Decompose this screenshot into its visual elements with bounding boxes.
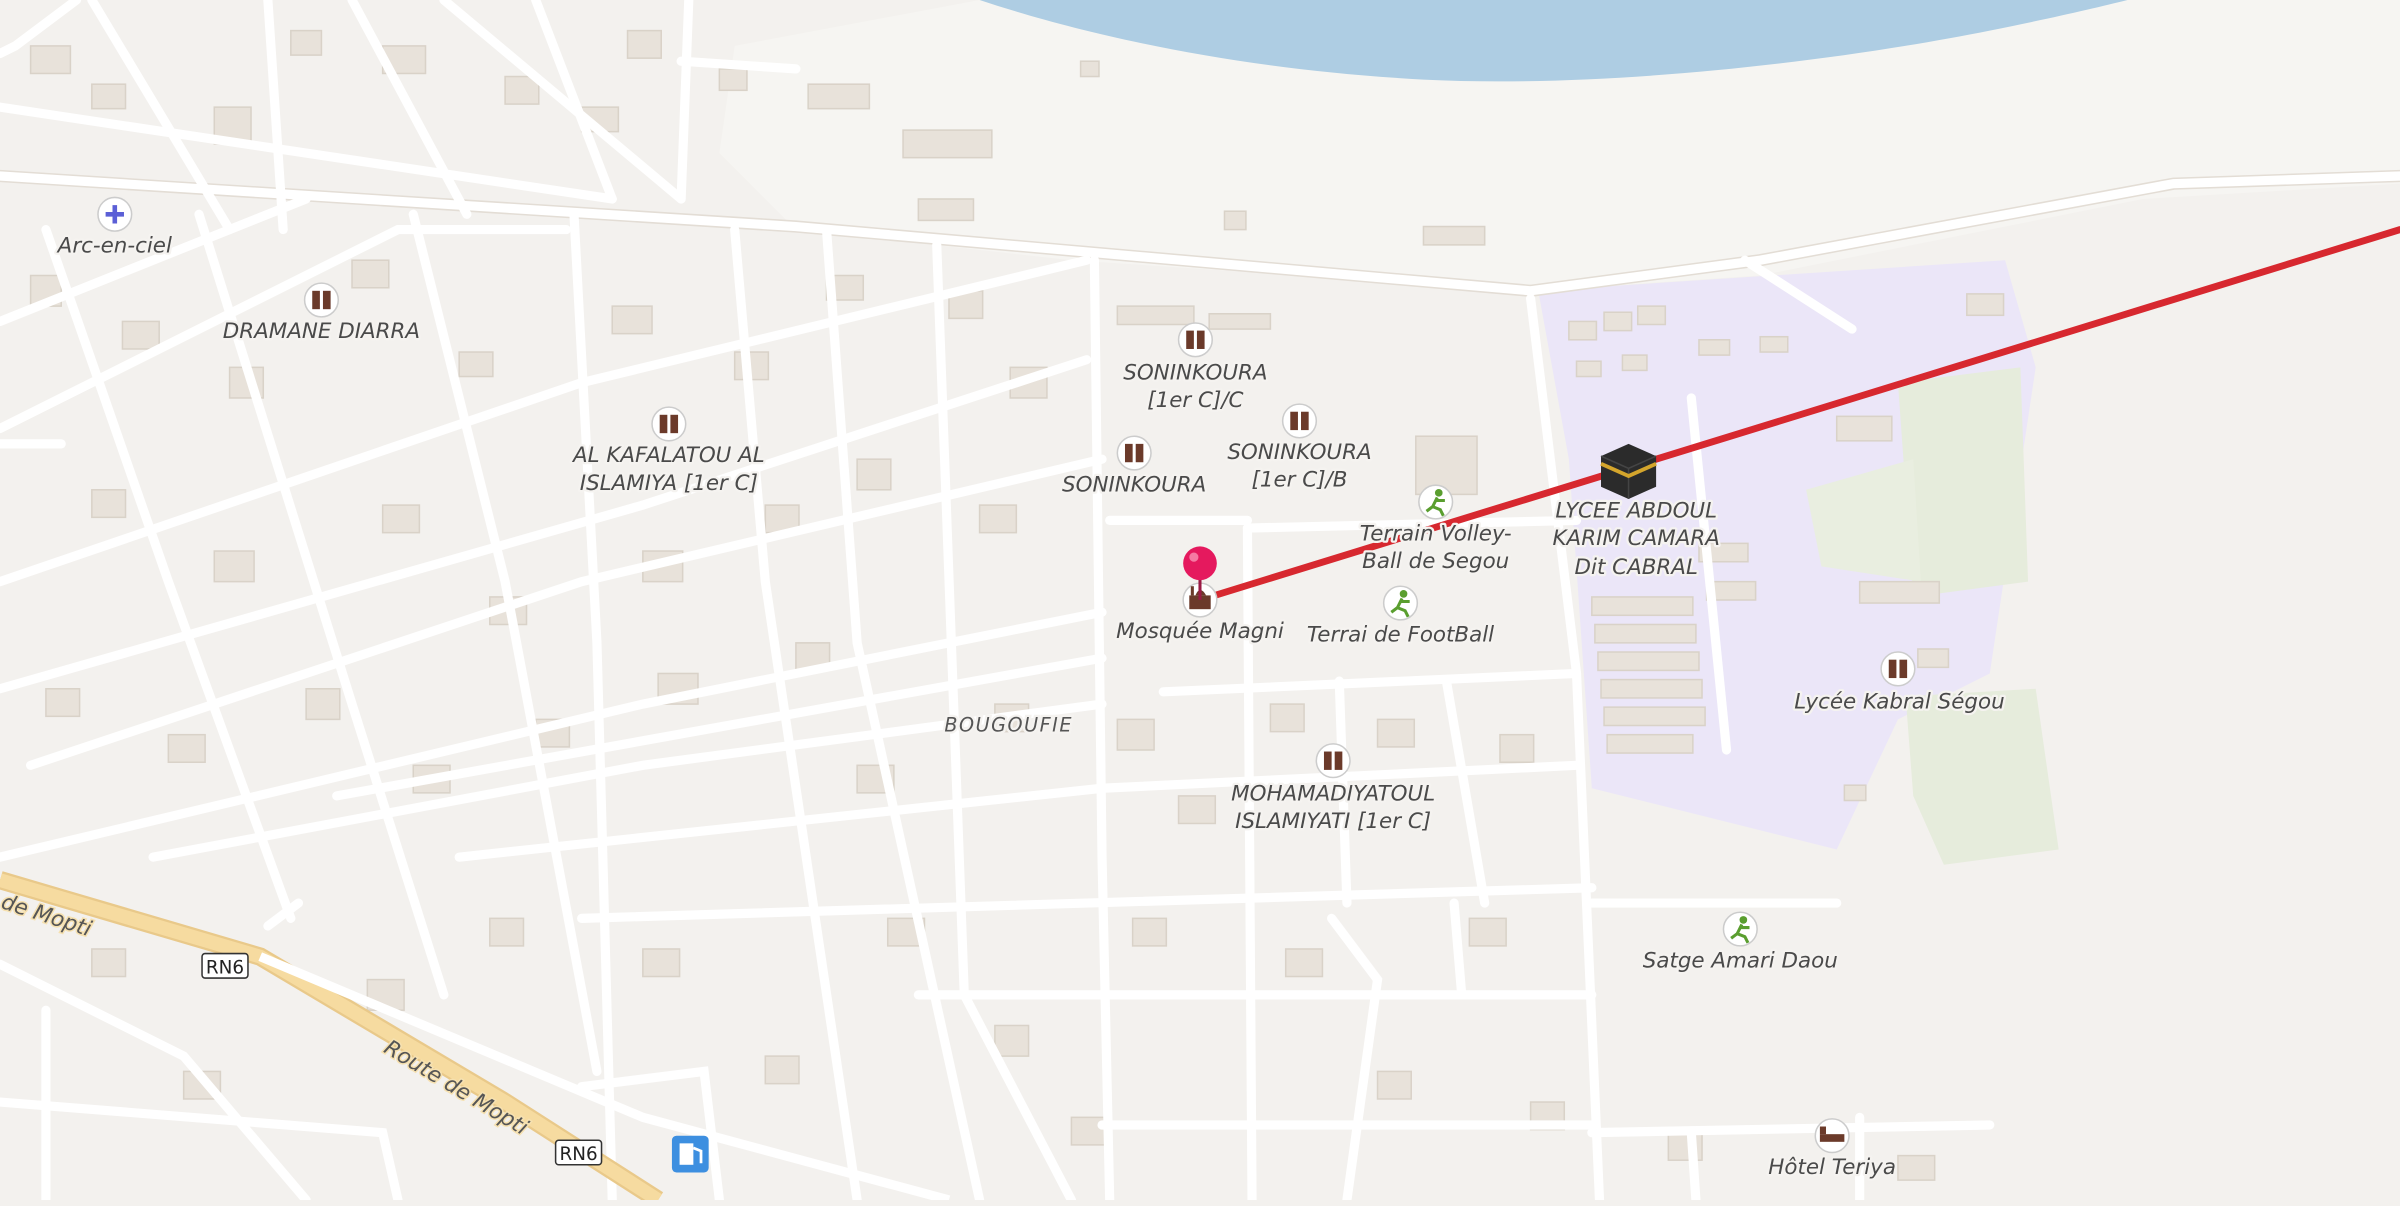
- school-icon-part: [1899, 659, 1908, 679]
- poi-label: [1er C]/B: [1252, 468, 1348, 493]
- road-shield-label: RN6: [559, 1144, 597, 1165]
- poi-label: Ball de Segou: [1362, 549, 1509, 574]
- school-icon: [1281, 403, 1318, 439]
- sports-icon-head: [1434, 489, 1443, 497]
- poi-label: Dit CABRAL: [1575, 555, 1698, 580]
- poi-label: Terrain Volley-: [1360, 521, 1512, 546]
- mosque-icon-minaret: [1190, 586, 1194, 596]
- location-pin-icon: [1183, 546, 1217, 581]
- poi-label: Lycée Kabral Ségou: [1794, 690, 2004, 715]
- school-icon-part: [670, 414, 679, 434]
- poi-label: Satge Amari Daou: [1643, 948, 1838, 973]
- school-icon: [651, 406, 687, 442]
- school-icon: [1315, 743, 1351, 779]
- school-icon-part: [659, 414, 668, 434]
- school-icon-part: [1323, 751, 1332, 770]
- poi-label: KARIM CAMARA: [1553, 526, 1720, 551]
- school-icon-part: [1301, 411, 1309, 431]
- poi-label: SONINKOURA: [1123, 361, 1267, 386]
- poi-label: Hôtel Teriya: [1768, 1155, 1896, 1180]
- road-shield-label: RN6: [206, 957, 244, 978]
- school-icon-part: [1196, 330, 1205, 349]
- school-icon: [303, 282, 340, 318]
- poi-label: LYCEE ABDOUL: [1555, 498, 1717, 523]
- sports-icon-head: [1399, 590, 1408, 598]
- school-icon-part: [1888, 659, 1897, 679]
- school-icon-part: [1290, 411, 1298, 431]
- poi-label: SONINKOURA: [1062, 472, 1206, 497]
- school-icon-part: [1186, 330, 1194, 349]
- hotel-icon-bed: [1819, 1134, 1845, 1142]
- school-icon: [1116, 435, 1152, 471]
- school-icon-part: [1334, 751, 1343, 770]
- poi-label: ISLAMIYA [1er C]: [580, 471, 758, 496]
- road-shield: RN6: [201, 952, 249, 979]
- sports-icon-head: [1739, 916, 1748, 924]
- hotel-icon-pillow: [1819, 1126, 1827, 1135]
- school-icon: [1880, 651, 1916, 687]
- school-icon-part: [312, 290, 320, 310]
- school-icon-part: [1124, 443, 1133, 463]
- poi-label: SONINKOURA: [1227, 440, 1371, 465]
- poi-label: DRAMANE DIARRA: [223, 319, 420, 344]
- map-canvas[interactable]: de Mopti Route de Mopti RN6 RN6 BOUGOUFI…: [0, 0, 2400, 1206]
- poi-label: Terrai de FootBall: [1307, 622, 1494, 647]
- school-icon-part: [322, 290, 331, 310]
- school-icon: [1177, 322, 1214, 358]
- poi-label: Arc-en-ciel: [56, 234, 172, 259]
- poi-label: [1er C]/C: [1147, 388, 1243, 413]
- district-label: BOUGOUFIE: [944, 714, 1073, 737]
- location-pin-highlight: [1189, 552, 1199, 562]
- school-icon-part: [1135, 443, 1144, 463]
- map-svg[interactable]: de Mopti Route de Mopti RN6 RN6 BOUGOUFI…: [0, 0, 2400, 1206]
- poi-label: ISLAMIYATI [1er C]: [1235, 809, 1431, 834]
- fuel-pump: [679, 1143, 694, 1165]
- road-shield: RN6: [554, 1139, 603, 1166]
- poi-label: AL KAFALATOU AL: [571, 443, 765, 468]
- poi-label: Mosquée Magni: [1116, 619, 1284, 644]
- poi-label: MOHAMADIYATOUL: [1231, 782, 1435, 807]
- fuel-station[interactable]: [671, 1135, 709, 1173]
